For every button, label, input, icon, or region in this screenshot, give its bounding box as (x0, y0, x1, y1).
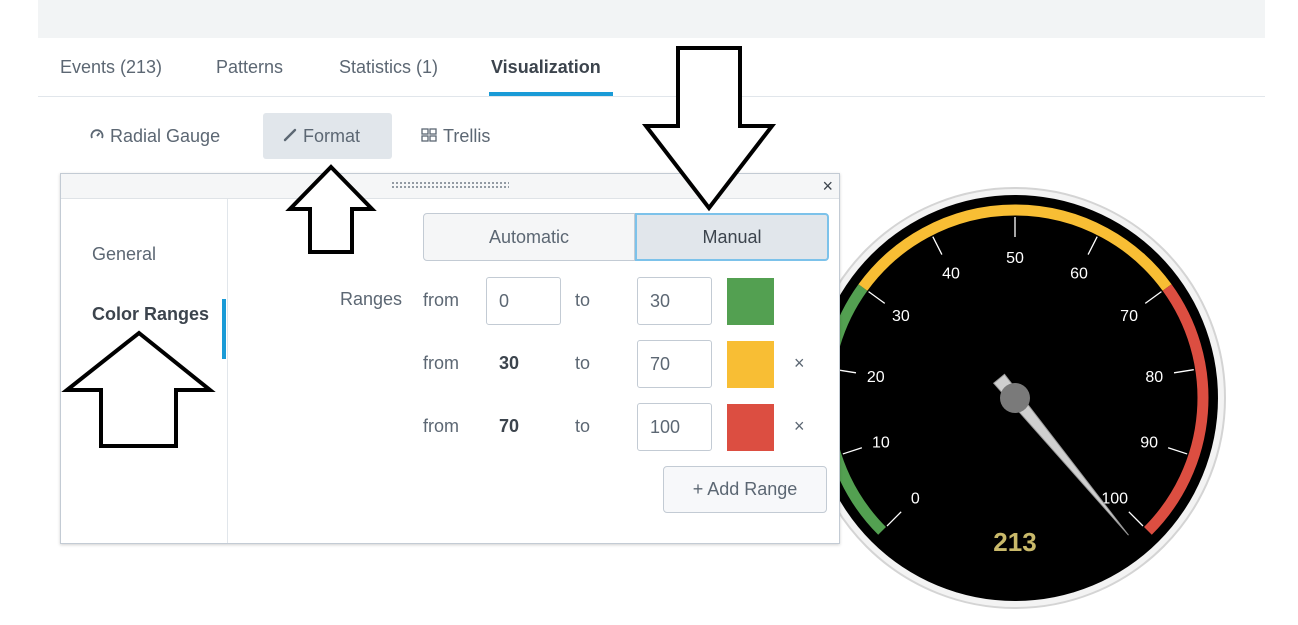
from-label: from (423, 353, 459, 373)
from-label: from (423, 290, 459, 310)
mode-automatic-button[interactable]: Automatic (423, 213, 635, 261)
gauge-tick-label: 90 (1140, 435, 1158, 452)
color-swatch[interactable] (727, 278, 774, 325)
mode-manual-button[interactable]: Manual (635, 213, 829, 261)
remove-range-icon[interactable]: × (794, 416, 805, 437)
gauge-hub (1000, 383, 1030, 413)
range-from-value: 30 (499, 353, 520, 373)
range-from-input[interactable] (486, 277, 561, 325)
to-label: to (575, 353, 591, 373)
gauge-tick-label: 30 (892, 308, 910, 325)
format-menu: General Color Ranges (61, 199, 228, 543)
gauge-tick-label: 60 (1070, 265, 1088, 282)
to-label: to (575, 416, 591, 436)
color-swatch[interactable] (727, 404, 774, 451)
range-to-input[interactable] (637, 277, 712, 325)
remove-range-icon[interactable]: × (794, 353, 805, 374)
menu-item-general[interactable]: General (92, 239, 156, 269)
gauge-tick-label: 50 (1006, 250, 1024, 267)
gauge-tick-label: 80 (1145, 369, 1163, 386)
gauge-tick-label: 10 (872, 435, 890, 452)
color-swatch[interactable] (727, 341, 774, 388)
gauge-tick-label: 40 (942, 265, 960, 282)
range-from-value: 70 (499, 416, 520, 436)
gauge-tick-label: 70 (1120, 308, 1138, 325)
add-range-button[interactable]: + Add Range (663, 466, 827, 513)
to-label: to (575, 290, 591, 310)
range-to-input[interactable] (637, 403, 712, 451)
drag-handle[interactable] (391, 181, 509, 190)
from-label: from (423, 416, 459, 436)
panel-header: × (61, 174, 839, 199)
range-to-input[interactable] (637, 340, 712, 388)
close-icon[interactable]: × (822, 175, 833, 197)
ranges-label: Ranges (340, 289, 403, 309)
gauge-tick-label: 0 (911, 491, 920, 508)
format-panel: × General Color Ranges Automatic Manual … (60, 173, 840, 544)
active-menu-indicator (222, 299, 226, 359)
gauge-value: 213 (993, 527, 1036, 557)
gauge-tick-label: 20 (867, 369, 885, 386)
menu-item-color-ranges[interactable]: Color Ranges (92, 299, 212, 329)
